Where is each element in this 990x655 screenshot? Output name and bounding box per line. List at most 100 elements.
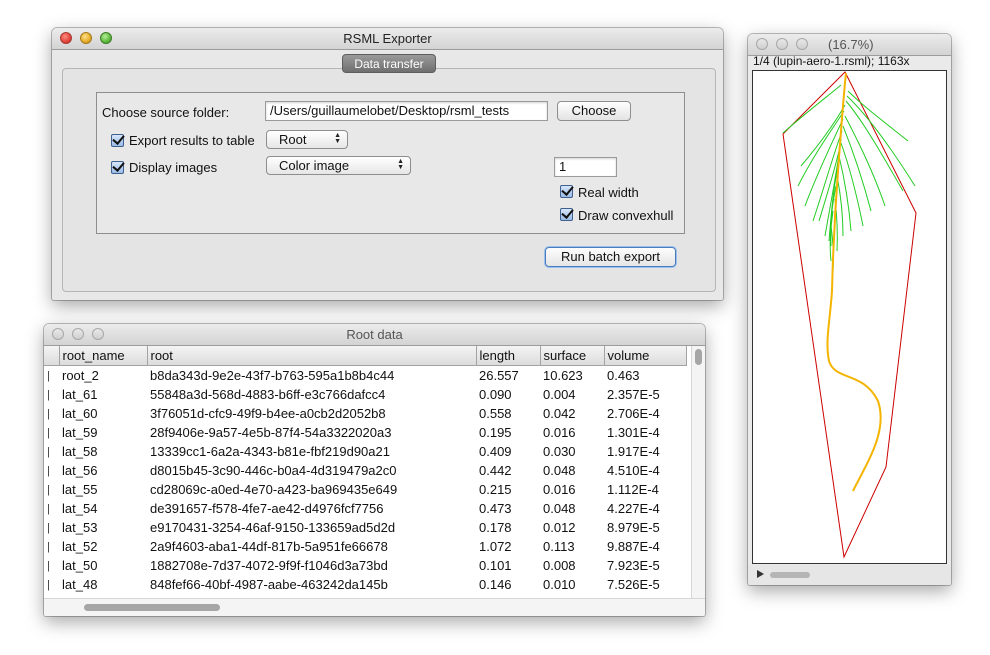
table-row[interactable]: | lat_61 55848a3d-568d-4883-b6ff-e3c766daf… bbox=[44, 385, 686, 404]
table-cell-root[interactable]: 55848a3d-568d-4883-b6ff-e3c766dafcc4 bbox=[147, 385, 476, 404]
table-cell-volume[interactable]: 7.526E-5 bbox=[604, 575, 686, 594]
table-cell-length[interactable]: 0.558 bbox=[476, 404, 540, 423]
table-cell-length[interactable]: 0.409 bbox=[476, 442, 540, 461]
table-cell-volume[interactable]: 1.112E-4 bbox=[604, 480, 686, 499]
export-table-select[interactable]: Root ▲ ▼ bbox=[266, 130, 348, 149]
table-cell-surface[interactable]: 10.623 bbox=[540, 366, 604, 386]
table-cell-root-name[interactable]: lat_50 bbox=[59, 556, 147, 575]
table-row[interactable]: | lat_56 d8015b45-3c90-446c-b0a4-4d319479a… bbox=[44, 461, 686, 480]
root-data-titlebar[interactable]: Root data bbox=[44, 324, 705, 346]
vertical-scroll-thumb[interactable] bbox=[695, 349, 702, 365]
table-cell-length[interactable]: 1.072 bbox=[476, 537, 540, 556]
zoom-window-button[interactable] bbox=[796, 38, 808, 50]
display-images-checkbox[interactable] bbox=[111, 161, 124, 174]
table-cell-root-name[interactable]: lat_61 bbox=[59, 385, 147, 404]
table-cell-surface[interactable]: 0.016 bbox=[540, 480, 604, 499]
table-cell-length[interactable]: 0.178 bbox=[476, 518, 540, 537]
table-cell-surface[interactable]: 0.012 bbox=[540, 518, 604, 537]
table-cell-length[interactable]: 0.146 bbox=[476, 575, 540, 594]
table-row[interactable]: | lat_52 2a9f4603-aba1-44df-817b-5a951fe66… bbox=[44, 537, 686, 556]
table-cell-root-name[interactable]: lat_48 bbox=[59, 575, 147, 594]
table-cell-surface[interactable]: 0.048 bbox=[540, 499, 604, 518]
table-cell-volume[interactable]: 2.706E-4 bbox=[604, 404, 686, 423]
table-cell-volume[interactable]: 4.510E-4 bbox=[604, 461, 686, 480]
close-window-button[interactable] bbox=[756, 38, 768, 50]
table-cell-root-name[interactable]: lat_60 bbox=[59, 404, 147, 423]
exporter-titlebar[interactable]: RSML Exporter bbox=[52, 28, 723, 50]
horizontal-scrollbar[interactable] bbox=[44, 598, 705, 616]
table-row[interactable]: | lat_58 13339cc1-6a2a-4343-b81e-fbf219d90… bbox=[44, 442, 686, 461]
stack-slider[interactable] bbox=[770, 572, 810, 578]
export-table-checkbox[interactable] bbox=[111, 134, 124, 147]
column-header[interactable]: root bbox=[147, 346, 477, 366]
table-cell-root[interactable]: d8015b45-3c90-446c-b0a4-4d319479a2c0 bbox=[147, 461, 476, 480]
table-cell-root[interactable]: 13339cc1-6a2a-4343-b81e-fbf219d90a21 bbox=[147, 442, 476, 461]
table-cell-volume[interactable]: 1.917E-4 bbox=[604, 442, 686, 461]
column-header[interactable]: length bbox=[476, 346, 541, 366]
table-cell-root[interactable]: 848fef66-40bf-4987-aabe-463242da145b bbox=[147, 575, 476, 594]
real-width-checkbox[interactable] bbox=[560, 185, 573, 198]
image-titlebar[interactable]: (16.7%) bbox=[748, 34, 951, 56]
table-cell-root-name[interactable]: lat_53 bbox=[59, 518, 147, 537]
table-cell-root-name[interactable]: lat_59 bbox=[59, 423, 147, 442]
table-cell-surface[interactable]: 0.042 bbox=[540, 404, 604, 423]
table-cell-surface[interactable]: 0.016 bbox=[540, 423, 604, 442]
table-cell-root-name[interactable]: lat_54 bbox=[59, 499, 147, 518]
table-cell-volume[interactable]: 7.923E-5 bbox=[604, 556, 686, 575]
table-cell-surface[interactable]: 0.008 bbox=[540, 556, 604, 575]
table-cell-surface[interactable]: 0.010 bbox=[540, 575, 604, 594]
column-header[interactable]: root_name bbox=[59, 346, 148, 366]
table-row[interactable]: | lat_60 3f76051d-cfc9-49f9-b4ee-a0cb2d205… bbox=[44, 404, 686, 423]
table-cell-length[interactable]: 0.442 bbox=[476, 461, 540, 480]
table-cell-root[interactable]: 2a9f4603-aba1-44df-817b-5a951fe66678 bbox=[147, 537, 476, 556]
choose-button[interactable]: Choose bbox=[557, 101, 631, 121]
table-cell-root[interactable]: e9170431-3254-46af-9150-133659ad5d2d bbox=[147, 518, 476, 537]
table-cell-root[interactable]: de391657-f578-4fe7-ae42-d4976fcf7756 bbox=[147, 499, 476, 518]
table-cell-root-name[interactable]: lat_52 bbox=[59, 537, 147, 556]
root-image-canvas[interactable] bbox=[752, 70, 947, 564]
table-cell-length[interactable]: 0.101 bbox=[476, 556, 540, 575]
run-batch-export-button[interactable]: Run batch export bbox=[545, 247, 676, 267]
display-images-select[interactable]: Color image ▲ ▼ bbox=[266, 156, 411, 175]
table-cell-root-name[interactable]: lat_56 bbox=[59, 461, 147, 480]
table-row[interactable]: | lat_54 de391657-f578-4fe7-ae42-d4976fcf7… bbox=[44, 499, 686, 518]
table-cell-root[interactable]: 3f76051d-cfc9-49f9-b4ee-a0cb2d2052b8 bbox=[147, 404, 476, 423]
table-cell-volume[interactable]: 0.463 bbox=[604, 366, 686, 386]
table-cell-length[interactable]: 0.215 bbox=[476, 480, 540, 499]
table-row[interactable]: | root_2 b8da343d-9e2e-43f7-b763-595a1b8b4… bbox=[44, 366, 686, 386]
horizontal-scroll-thumb[interactable] bbox=[84, 604, 220, 611]
table-cell-root-name[interactable]: lat_55 bbox=[59, 480, 147, 499]
table-cell-volume[interactable]: 1.301E-4 bbox=[604, 423, 686, 442]
table-cell-length[interactable]: 0.195 bbox=[476, 423, 540, 442]
table-cell-root-name[interactable]: lat_58 bbox=[59, 442, 147, 461]
play-icon[interactable] bbox=[757, 570, 764, 578]
vertical-scrollbar[interactable] bbox=[691, 346, 705, 599]
table-cell-surface[interactable]: 0.113 bbox=[540, 537, 604, 556]
column-header[interactable]: surface bbox=[540, 346, 605, 366]
table-cell-root[interactable]: b8da343d-9e2e-43f7-b763-595a1b8b4c44 bbox=[147, 366, 476, 386]
table-cell-root[interactable]: cd28069c-a0ed-4e70-a423-ba969435e649 bbox=[147, 480, 476, 499]
table-row[interactable]: | lat_48 848fef66-40bf-4987-aabe-463242da1… bbox=[44, 575, 686, 594]
table-row[interactable]: | lat_55 cd28069c-a0ed-4e70-a423-ba969435e… bbox=[44, 480, 686, 499]
table-row[interactable]: | lat_59 28f9406e-9a57-4e5b-87f4-54a332202… bbox=[44, 423, 686, 442]
table-cell-surface[interactable]: 0.030 bbox=[540, 442, 604, 461]
table-cell-volume[interactable]: 9.887E-4 bbox=[604, 537, 686, 556]
draw-convexhull-checkbox[interactable] bbox=[560, 208, 573, 221]
table-cell-length[interactable]: 0.473 bbox=[476, 499, 540, 518]
column-header[interactable]: volume bbox=[604, 346, 687, 366]
table-cell-surface[interactable]: 0.004 bbox=[540, 385, 604, 404]
table-cell-root-name[interactable]: root_2 bbox=[59, 366, 147, 386]
table-cell-length[interactable]: 0.090 bbox=[476, 385, 540, 404]
minimize-window-button[interactable] bbox=[776, 38, 788, 50]
tab-data-transfer[interactable]: Data transfer bbox=[342, 54, 436, 73]
table-cell-length[interactable]: 26.557 bbox=[476, 366, 540, 386]
table-cell-volume[interactable]: 2.357E-5 bbox=[604, 385, 686, 404]
table-row[interactable]: | lat_53 e9170431-3254-46af-9150-133659ad5… bbox=[44, 518, 686, 537]
table-cell-volume[interactable]: 8.979E-5 bbox=[604, 518, 686, 537]
table-cell-volume[interactable]: 4.227E-4 bbox=[604, 499, 686, 518]
table-row[interactable]: | lat_50 1882708e-7d37-4072-9f9f-f1046d3a7… bbox=[44, 556, 686, 575]
line-width-field[interactable]: 1 bbox=[554, 157, 617, 177]
table-cell-root[interactable]: 28f9406e-9a57-4e5b-87f4-54a3322020a3 bbox=[147, 423, 476, 442]
source-folder-field[interactable]: /Users/guillaumelobet/Desktop/rsml_tests bbox=[265, 101, 548, 121]
table-cell-surface[interactable]: 0.048 bbox=[540, 461, 604, 480]
